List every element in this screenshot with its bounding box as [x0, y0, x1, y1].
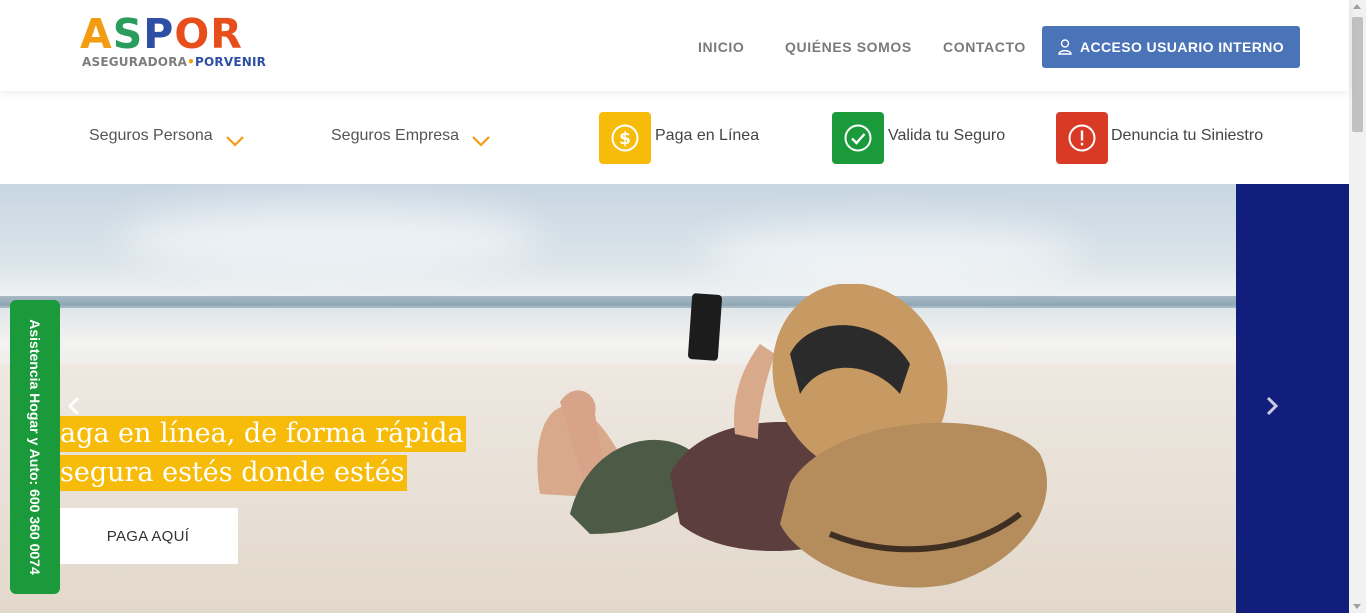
scroll-up-icon[interactable] — [1353, 4, 1361, 9]
hero-headline-line-1: aga en línea, de forma rápida — [58, 416, 466, 452]
seguros-persona-menu[interactable]: Seguros Persona — [89, 127, 213, 145]
paga-aqui-button[interactable]: PAGA AQUÍ — [58, 508, 238, 564]
denuncia-tile[interactable] — [1056, 112, 1108, 164]
nav-contacto[interactable]: CONTACTO — [943, 39, 1026, 55]
secondary-nav: Seguros Persona Seguros Empresa $ Paga e… — [0, 91, 1349, 184]
logo-letter-o: O — [174, 10, 211, 58]
acceso-usuario-interno-button[interactable]: ACCESO USUARIO INTERNO — [1042, 26, 1300, 68]
site-header: ASPOR ASEGURADORA•PORVENIR INICIO QUIÉNE… — [0, 0, 1349, 91]
logo-letter-r: R — [210, 10, 243, 58]
slider-prev-icon[interactable] — [66, 396, 82, 416]
chevron-down-icon[interactable] — [471, 135, 491, 147]
scroll-down-icon[interactable] — [1353, 604, 1361, 609]
dollar-icon: $ — [611, 124, 639, 152]
logo-letter-a: A — [80, 10, 113, 58]
svg-text:$: $ — [619, 129, 631, 149]
logo-sub-aseguradora: ASEGURADORA — [82, 55, 188, 69]
page-scrollbar[interactable] — [1349, 0, 1366, 613]
nav-inicio[interactable]: INICIO — [698, 39, 744, 55]
seguros-empresa-menu[interactable]: Seguros Empresa — [331, 127, 459, 145]
valida-tile[interactable] — [832, 112, 884, 164]
cloud — [120, 204, 540, 274]
acceso-label: ACCESO USUARIO INTERNO — [1079, 39, 1285, 55]
logo-sub-porvenir: PORVENIR — [195, 55, 267, 69]
check-icon — [844, 124, 872, 152]
asistencia-label: Asistencia Hogar y Auto: 600 360 0074 — [27, 319, 43, 575]
alert-icon — [1068, 124, 1096, 152]
slider-next-icon[interactable] — [1264, 396, 1280, 416]
paga-en-linea-link[interactable]: Paga en Línea — [655, 127, 759, 145]
logo-sub-dot: • — [187, 55, 196, 69]
logo-wordmark: ASPOR — [80, 14, 243, 55]
logo-letter-s: S — [112, 10, 144, 58]
hero-photo-woman-on-beach — [537, 284, 1047, 588]
denuncia-tu-siniestro-link[interactable]: Denuncia tu Siniestro — [1111, 127, 1263, 145]
logo-letter-p: P — [143, 10, 175, 58]
logo-subtitle: ASEGURADORA•PORVENIR — [82, 55, 266, 69]
scroll-thumb[interactable] — [1352, 17, 1363, 132]
hero-headline-line-2: segura estés donde estés — [58, 455, 407, 491]
paga-tile[interactable]: $ — [599, 112, 651, 164]
cloud — [700, 224, 1080, 284]
hero-side-panel — [1236, 184, 1349, 613]
chevron-down-icon[interactable] — [225, 135, 245, 147]
nav-quienes-somos[interactable]: QUIÉNES SOMOS — [785, 39, 912, 55]
user-icon — [1058, 39, 1072, 55]
asistencia-side-tab[interactable]: Asistencia Hogar y Auto: 600 360 0074 — [10, 300, 60, 594]
valida-tu-seguro-link[interactable]: Valida tu Seguro — [888, 127, 1005, 145]
aspor-logo[interactable]: ASPOR ASEGURADORA•PORVENIR — [80, 14, 312, 72]
